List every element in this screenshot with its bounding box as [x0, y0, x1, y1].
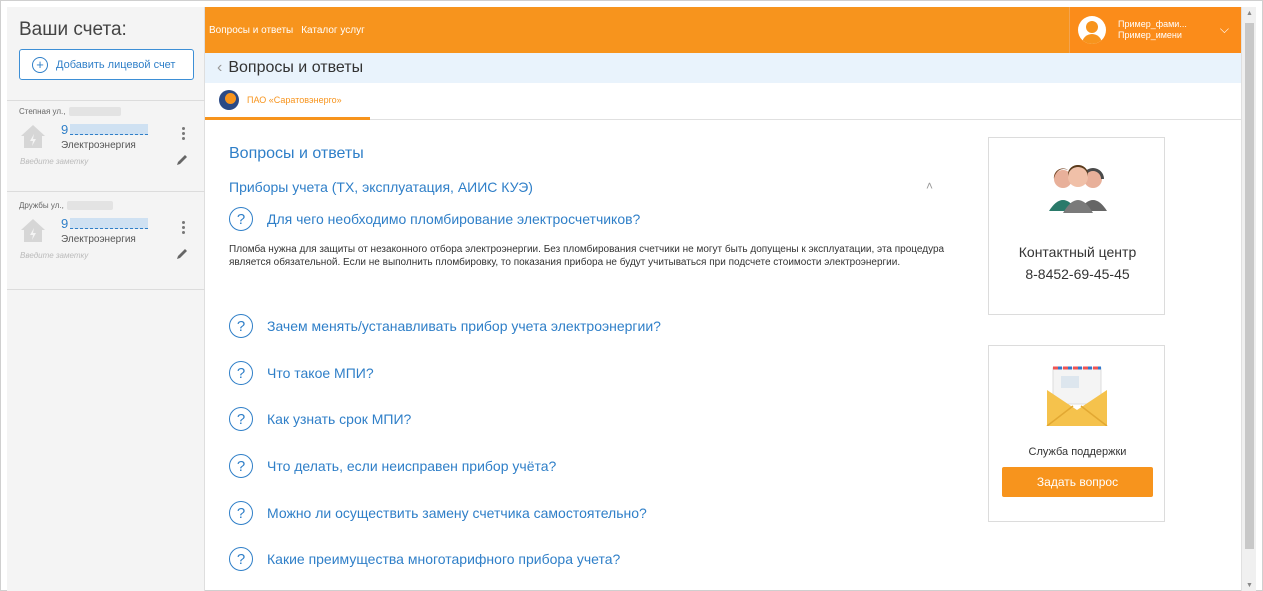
account-menu-icon[interactable] [180, 125, 186, 145]
account-number-prefix: 9 [61, 122, 69, 137]
faq-question-text: Что такое МПИ? [267, 365, 374, 381]
faq-question[interactable]: ? Что такое МПИ? [229, 361, 374, 385]
account-address-text: Степная ул., [19, 107, 66, 116]
faq-question-text: Зачем менять/устанавливать прибор учета … [267, 318, 661, 334]
chevron-down-icon: ⌵ [1219, 22, 1229, 36]
tab-saratovenergo[interactable]: ПАО «Саратовэнерго» [205, 83, 370, 120]
question-circle-icon: ? [229, 361, 253, 385]
ask-question-button[interactable]: Задать вопрос [1002, 467, 1153, 497]
edit-note-icon[interactable] [175, 247, 189, 261]
account-menu-icon[interactable] [180, 219, 186, 239]
faq-category-title: Приборы учета (ТХ, эксплуатация, АИИС КУ… [229, 179, 533, 195]
house-icon [21, 125, 45, 148]
top-nav: Вопросы и ответы Каталог услуг [205, 7, 365, 53]
account-type: Электроэнергия [61, 234, 136, 245]
divider [7, 289, 205, 290]
faq-question-text: Можно ли осуществить замену счетчика сам… [267, 505, 647, 521]
faq-question-text: Для чего необходимо пломбирование электр… [267, 211, 641, 227]
top-bar: Вопросы и ответы Каталог услуг Пример_фа… [205, 7, 1241, 53]
contact-center-phone[interactable]: 8-8452-69-45-45 [989, 266, 1166, 282]
company-tab-label: ПАО «Саратовэнерго» [247, 95, 342, 105]
page-title: Вопросы и ответы [228, 59, 364, 76]
question-circle-icon: ? [229, 547, 253, 571]
contact-center-card: Контактный центр 8-8452-69-45-45 [988, 137, 1165, 315]
account-note-placeholder[interactable]: Введите заметку [20, 251, 88, 260]
faq-question[interactable]: ? Можно ли осуществить замену счетчика с… [229, 501, 647, 525]
add-account-label: Добавить лицевой счет [56, 58, 176, 71]
vertical-scrollbar[interactable]: ▲ ▼ [1241, 7, 1256, 591]
divider [7, 191, 205, 192]
support-team-icon [1049, 165, 1107, 213]
account-number[interactable]: 9 [61, 216, 149, 231]
support-title: Служба поддержки [1028, 446, 1127, 458]
breadcrumb: ‹ Вопросы и ответы [205, 53, 1241, 83]
faq-section: Вопросы и ответы Приборы учета (ТХ, эксп… [229, 145, 949, 571]
account-number-prefix: 9 [61, 216, 69, 231]
sidebar-title: Ваши счета: [19, 19, 127, 40]
account-card-2[interactable]: Дружбы ул., 9 Электроэнергия Введите зам… [7, 195, 205, 285]
faq-question-text: Какие преимущества многотарифного прибор… [267, 551, 621, 567]
account-address: Дружбы ул., [19, 201, 113, 210]
nav-services-catalog-link[interactable]: Каталог услуг [301, 25, 365, 36]
question-circle-icon: ? [229, 314, 253, 338]
chevron-up-icon[interactable]: ˄ [926, 179, 933, 193]
faq-question[interactable]: ? Для чего необходимо пломбирование элек… [229, 207, 640, 231]
redacted-address [66, 201, 113, 210]
account-number[interactable]: 9 [61, 122, 149, 137]
redacted-address [68, 107, 121, 116]
scrollbar-thumb[interactable] [1245, 23, 1254, 549]
company-tabs: ПАО «Саратовэнерго» [205, 83, 1241, 120]
faq-question-text: Как узнать срок МПИ? [267, 411, 412, 427]
house-icon [21, 219, 45, 242]
company-logo-icon [219, 90, 239, 110]
edit-note-icon[interactable] [175, 153, 189, 167]
user-surname: Пример_фами... [1118, 19, 1187, 29]
faq-question[interactable]: ? Зачем менять/устанавливать прибор учет… [229, 314, 661, 338]
faq-question[interactable]: ? Как узнать срок МПИ? [229, 407, 411, 431]
user-names: Пример_фами... Пример_имени [1118, 19, 1187, 41]
avatar [1078, 16, 1106, 44]
user-name: Пример_имени [1118, 30, 1182, 40]
faq-question[interactable]: ? Какие преимущества многотарифного приб… [229, 547, 620, 571]
add-account-button[interactable]: + Добавить лицевой счет [19, 49, 194, 80]
question-circle-icon: ? [229, 454, 253, 478]
account-note-placeholder[interactable]: Введите заметку [20, 157, 88, 166]
scroll-up-arrow-icon[interactable]: ▲ [1242, 10, 1257, 17]
question-circle-icon: ? [229, 207, 253, 231]
contact-center-title: Контактный центр [1018, 244, 1137, 260]
account-card-1[interactable]: Степная ул., 9 Электроэнергия Введите за… [7, 101, 205, 191]
account-address: Степная ул., [19, 107, 121, 116]
faq-heading: Вопросы и ответы [229, 145, 364, 162]
question-circle-icon: ? [229, 407, 253, 431]
accounts-sidebar: Ваши счета: + Добавить лицевой счет Степ… [7, 7, 205, 591]
question-circle-icon: ? [229, 501, 253, 525]
support-card: Служба поддержки Задать вопрос [988, 345, 1165, 522]
scroll-down-arrow-icon[interactable]: ▼ [1242, 582, 1257, 589]
back-chevron-icon[interactable]: ‹ [217, 59, 222, 77]
plus-circle-icon: + [32, 56, 48, 73]
faq-question-text: Что делать, если неисправен прибор учёта… [267, 458, 557, 474]
redacted-account-number [70, 124, 149, 135]
faq-answer: Пломба нужна для защиты от незаконного о… [229, 244, 945, 268]
account-type: Электроэнергия [61, 140, 136, 151]
faq-category-header[interactable]: Приборы учета (ТХ, эксплуатация, АИИС КУ… [229, 179, 939, 195]
nav-faq-link[interactable]: Вопросы и ответы [209, 25, 293, 36]
account-address-text: Дружбы ул., [19, 201, 64, 210]
redacted-account-number [70, 218, 149, 229]
user-menu[interactable]: Пример_фами... Пример_имени ⌵ [1069, 7, 1241, 53]
envelope-icon [1046, 366, 1108, 426]
faq-question[interactable]: ? Что делать, если неисправен прибор учё… [229, 454, 556, 478]
